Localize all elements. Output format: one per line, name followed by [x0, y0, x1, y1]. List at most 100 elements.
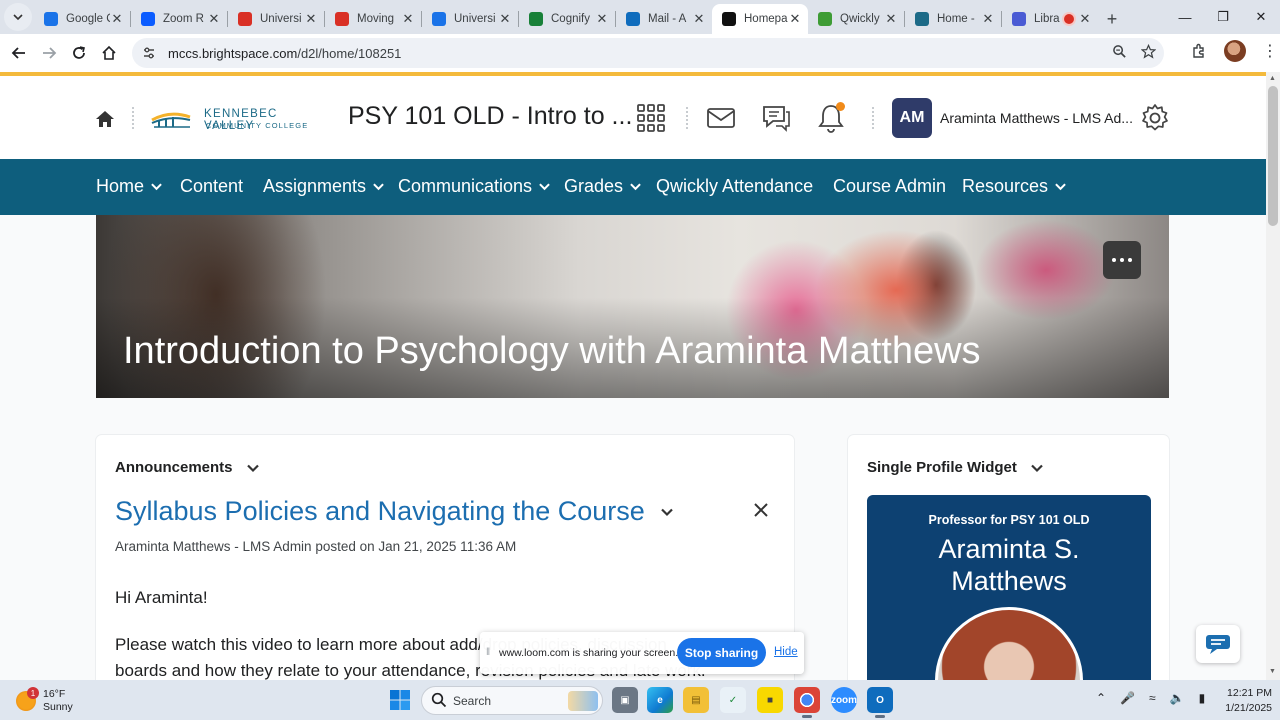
reload-button[interactable]: [64, 38, 94, 68]
browser-tab[interactable]: Zoom R ✕: [131, 4, 227, 34]
close-tab-icon[interactable]: ✕: [981, 11, 995, 27]
back-button[interactable]: [4, 38, 34, 68]
windows-start-icon[interactable]: [389, 689, 411, 711]
browser-tab[interactable]: Qwickly ✕: [808, 4, 904, 34]
divider: [872, 107, 874, 129]
nav-item-communications[interactable]: Communications: [398, 176, 550, 197]
announcements-header[interactable]: Announcements: [115, 459, 259, 476]
address-bar[interactable]: mccs.brightspace.com/d2l/home/108251: [132, 38, 1164, 68]
nav-item-assignments[interactable]: Assignments: [263, 176, 384, 197]
taskbar-search[interactable]: Search: [421, 686, 603, 715]
nav-item-content[interactable]: Content: [180, 176, 243, 197]
browser-tab[interactable]: Moving ✕: [325, 4, 421, 34]
close-tab-icon[interactable]: ✕: [401, 11, 415, 27]
battery-icon[interactable]: ▮: [1199, 691, 1206, 705]
new-tab-button[interactable]: +: [1098, 4, 1126, 34]
close-icon[interactable]: [753, 502, 769, 518]
college-logo[interactable]: KENNEBEC VALLEY COMMUNITY COLLEGE: [150, 106, 312, 132]
drag-handle-icon[interactable]: ‖: [486, 647, 490, 658]
browser-tab[interactable]: Libra ✕: [1002, 4, 1098, 34]
nav-item-grades[interactable]: Grades: [564, 176, 641, 197]
nav-item-resources[interactable]: Resources: [962, 176, 1066, 197]
site-info-icon[interactable]: [140, 44, 158, 62]
close-tab-icon[interactable]: ✕: [304, 11, 318, 27]
mail-icon[interactable]: [706, 103, 736, 133]
divider: [132, 107, 134, 129]
minimize-button[interactable]: —: [1166, 0, 1204, 34]
user-name[interactable]: Araminta Matthews - LMS Ad...: [940, 110, 1133, 126]
url-host: mccs.brightspace.com: [168, 45, 298, 61]
close-tab-icon[interactable]: ✕: [498, 11, 512, 27]
nav-item-label: Content: [180, 176, 244, 196]
course-title[interactable]: PSY 101 OLD - Intro to ...: [348, 102, 632, 131]
task-view-icon[interactable]: ▣: [612, 687, 638, 713]
nav-item-course-admin[interactable]: Course Admin: [833, 176, 946, 197]
nav-item-qwickly-attendance[interactable]: Qwickly Attendance: [656, 176, 813, 197]
pen-app-icon[interactable]: ✓: [720, 687, 746, 713]
divider: [686, 107, 688, 129]
taskbar-clock[interactable]: 12:21 PM 1/21/2025: [1216, 686, 1272, 716]
browser-tab[interactable]: Universi ✕: [422, 4, 518, 34]
file-explorer-icon[interactable]: ▤: [683, 687, 709, 713]
wifi-icon[interactable]: ≈: [1149, 691, 1156, 705]
close-tab-icon[interactable]: ✕: [788, 11, 802, 27]
page-scrollbar[interactable]: ▲ ▼: [1266, 72, 1280, 680]
browser-tab[interactable]: Mail - A ✕: [616, 4, 712, 34]
chevron-down-icon[interactable]: [661, 506, 673, 518]
nav-item-home[interactable]: Home: [96, 176, 162, 197]
browser-tab[interactable]: Cognify ✕: [519, 4, 615, 34]
browser-tab[interactable]: Homepa ✕: [712, 4, 808, 34]
close-tab-icon[interactable]: ✕: [884, 11, 898, 27]
restore-button[interactable]: ❐: [1204, 0, 1242, 34]
volume-icon[interactable]: 🔈: [1170, 691, 1185, 705]
chat-support-button[interactable]: [1196, 625, 1240, 663]
sticky-notes-icon[interactable]: ■: [757, 687, 783, 713]
user-avatar[interactable]: AM: [892, 98, 932, 138]
chat-messages-icon[interactable]: [761, 103, 791, 133]
browser-menu-button[interactable]: ⋮: [1262, 41, 1278, 61]
outlook-icon[interactable]: O: [867, 687, 893, 718]
close-tab-icon[interactable]: ✕: [110, 11, 124, 27]
edge-icon[interactable]: e: [647, 687, 673, 713]
microphone-icon[interactable]: 🎤: [1120, 691, 1135, 705]
scroll-up-icon[interactable]: ▲: [1269, 75, 1276, 82]
course-selector-grid-icon[interactable]: [636, 103, 666, 133]
course-header: KENNEBEC VALLEY COMMUNITY COLLEGE PSY 10…: [0, 76, 1266, 159]
tab-search-button[interactable]: [4, 3, 32, 31]
home-button[interactable]: [94, 38, 124, 68]
close-tab-icon[interactable]: ✕: [692, 11, 706, 27]
stop-sharing-button[interactable]: Stop sharing: [677, 638, 766, 667]
nav-item-label: Grades: [564, 176, 624, 196]
hide-link[interactable]: Hide: [774, 646, 798, 658]
tab-title: Home -: [937, 13, 975, 25]
bookmark-star-icon[interactable]: [1141, 44, 1156, 59]
weather-widget[interactable]: 1 16°F Sunny: [16, 686, 116, 716]
chevron-down-icon: [246, 464, 259, 472]
zoom-icon: [141, 12, 155, 26]
profile-avatar[interactable]: [1224, 40, 1246, 62]
home-icon[interactable]: [94, 108, 116, 130]
chevron-down-icon: [373, 183, 384, 191]
scrollbar-thumb[interactable]: [1268, 86, 1278, 226]
browser-tab[interactable]: Home - ✕: [905, 4, 1001, 34]
browser-tab[interactable]: Universi ✕: [228, 4, 324, 34]
chrome-icon[interactable]: [794, 687, 820, 718]
extensions-icon[interactable]: [1190, 42, 1208, 60]
announcement-title-link[interactable]: Syllabus Policies and Navigating the Cou…: [115, 496, 673, 527]
chevron-down-icon: [1031, 464, 1043, 472]
forward-button[interactable]: [34, 38, 64, 68]
chevron-down-icon: [151, 183, 162, 191]
browser-tab[interactable]: Google C ✕: [34, 4, 130, 34]
zoom-app-icon[interactable]: zoom: [831, 687, 857, 713]
scroll-down-icon[interactable]: ▼: [1269, 668, 1276, 675]
close-window-button[interactable]: ✕: [1242, 0, 1280, 34]
zoom-icon[interactable]: [1112, 44, 1127, 59]
close-tab-icon[interactable]: ✕: [595, 11, 609, 27]
close-tab-icon[interactable]: ✕: [207, 11, 221, 27]
gmail-icon: [335, 12, 349, 26]
banner-options-button[interactable]: [1103, 241, 1141, 279]
close-tab-icon[interactable]: ✕: [1078, 11, 1092, 27]
profile-widget-header[interactable]: Single Profile Widget: [867, 459, 1043, 476]
gear-icon[interactable]: [1140, 103, 1170, 133]
chevron-up-icon[interactable]: ⌃: [1096, 691, 1106, 705]
